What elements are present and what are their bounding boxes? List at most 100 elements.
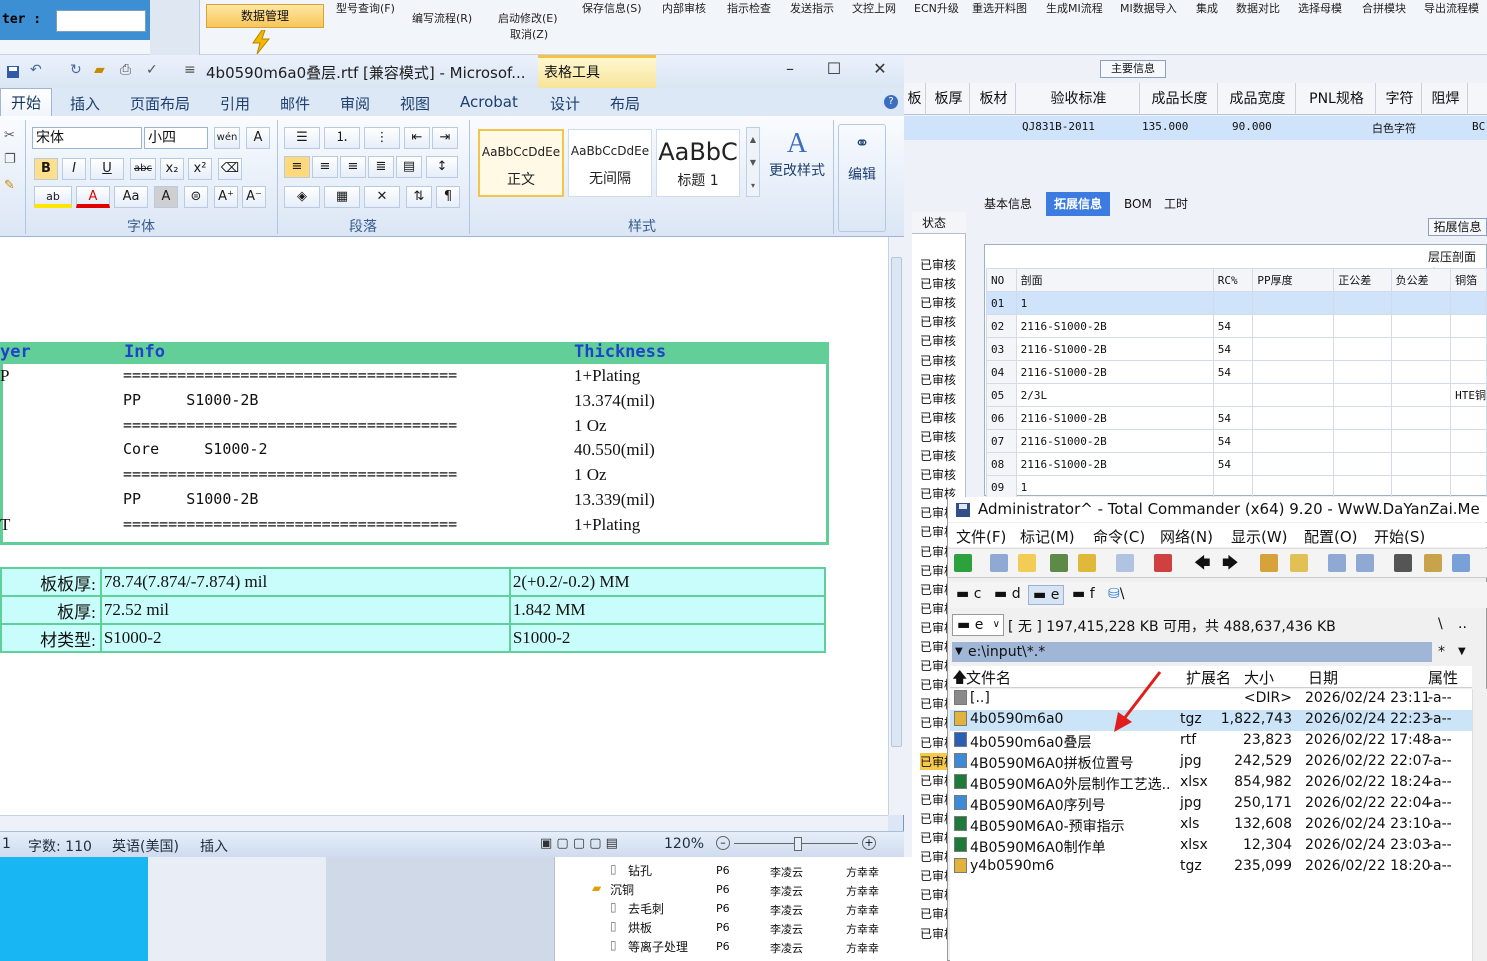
tab-extended-info[interactable]: 拓展信息: [1046, 192, 1111, 216]
root-button[interactable]: \: [1438, 616, 1443, 632]
file-row[interactable]: 4B0590M6A0制作单 xlsx 12,304 2026/02/24 23:03-…: [950, 836, 1472, 857]
menu-start-edit[interactable]: 启动修改(E): [498, 10, 558, 26]
sync-icon[interactable]: [1452, 554, 1470, 572]
refresh-icon[interactable]: [954, 554, 972, 572]
ftp-icon[interactable]: [1328, 554, 1346, 572]
extended-info-button[interactable]: 拓展信息: [1428, 218, 1487, 236]
style-heading-1[interactable]: AaBbC 标题 1: [656, 129, 740, 197]
menu-save-info[interactable]: 保存信息(S): [582, 0, 642, 16]
data-management-button[interactable]: 数据管理: [206, 4, 324, 28]
layer-col-pp[interactable]: PP厚度: [1252, 268, 1335, 292]
drive-select[interactable]: ▬ e ∨: [952, 614, 1004, 636]
tab-bom[interactable]: BOM: [1116, 192, 1160, 216]
font-size-combo[interactable]: 小四: [144, 127, 208, 149]
col-header[interactable]: 字符: [1378, 83, 1422, 115]
font-name-combo[interactable]: 宋体: [32, 127, 142, 149]
status-cell[interactable]: 已审核: [920, 371, 956, 388]
clear-format-icon[interactable]: ⌫: [218, 158, 242, 180]
tab-references[interactable]: 引用: [220, 93, 250, 114]
styles-scroll[interactable]: ▲ ▼ ▾: [746, 127, 760, 197]
increase-indent-icon[interactable]: ⇥: [432, 127, 458, 149]
tc-menu-mark[interactable]: 标记(M): [1020, 526, 1075, 547]
underline-icon[interactable]: U: [90, 158, 124, 180]
col-date[interactable]: 日期: [1308, 667, 1338, 688]
tab-mailings[interactable]: 邮件: [280, 93, 310, 114]
tree-item-name[interactable]: 烘板: [628, 919, 652, 938]
redo-icon[interactable]: ↻: [70, 62, 82, 78]
spelling-icon[interactable]: ✓: [146, 62, 158, 78]
layer-row[interactable]: 09 1: [986, 475, 1487, 499]
invert-selection-icon[interactable]: [1116, 554, 1134, 572]
status-cell[interactable]: 已审核: [920, 275, 956, 292]
url-icon[interactable]: [1356, 554, 1374, 572]
tree-icon[interactable]: [1078, 554, 1096, 572]
main-info-values[interactable]: QJ831B-2011 135.000 90.000 白色字符 BC: [904, 116, 1487, 140]
open-icon[interactable]: ▰: [94, 62, 105, 78]
tc-menu-config[interactable]: 配置(O): [1304, 526, 1358, 547]
bold-icon[interactable]: B: [34, 158, 58, 180]
path-bar[interactable]: ▼ e:\input\*.*: [952, 642, 1432, 662]
layer-col-rc[interactable]: RC%: [1212, 268, 1254, 292]
menu-send[interactable]: 发送指示: [790, 0, 834, 16]
menu-ecn[interactable]: ECN升级: [914, 0, 959, 16]
line-spacing-icon[interactable]: ↕: [426, 156, 458, 178]
tab-acrobat[interactable]: Acrobat: [460, 93, 518, 111]
parent-button[interactable]: ..: [1458, 616, 1467, 632]
shrink-font-icon[interactable]: A⁻: [242, 186, 266, 208]
col-header[interactable]: 板: [904, 83, 926, 115]
drive-d[interactable]: ▬ d: [990, 585, 1025, 603]
sort-icon[interactable]: ⇅: [406, 186, 432, 208]
menu-upload[interactable]: 文控上网: [852, 0, 896, 16]
edit-button[interactable]: ⚭ 编辑: [838, 124, 886, 232]
grow-font-icon[interactable]: A⁺: [214, 186, 238, 208]
print-icon[interactable]: ⎙: [120, 62, 131, 78]
col-filename[interactable]: 文件名: [966, 667, 1011, 688]
col-header[interactable]: 板材: [972, 83, 1016, 115]
chinese-layout-icon[interactable]: ✕: [364, 186, 400, 208]
col-header[interactable]: 验收标准: [1018, 83, 1140, 115]
horizontal-scrollbar[interactable]: [0, 815, 888, 831]
justify-icon[interactable]: ≣: [368, 156, 394, 178]
decrease-indent-icon[interactable]: ⇤: [404, 127, 430, 149]
customize-icon[interactable]: ≡: [184, 62, 196, 78]
save-icon[interactable]: [6, 65, 20, 79]
file-row[interactable]: 4B0590M6A0拼板位置号 jpg 242,529 2026/02/22 22:0…: [950, 752, 1472, 773]
bullets-icon[interactable]: ☰: [284, 127, 320, 149]
menu-cancel[interactable]: 取消(Z): [510, 26, 548, 42]
close-icon[interactable]: ✕: [868, 58, 892, 80]
tree-item-name[interactable]: 等离子处理: [628, 938, 688, 957]
layer-row[interactable]: 08 2116-S1000-2B 54: [986, 452, 1487, 476]
file-row[interactable]: [..] <DIR> 2026/02/24 23:11 -a--: [950, 689, 1472, 710]
style-normal[interactable]: AaBbCcDdEe 正文: [478, 129, 564, 197]
insert-mode[interactable]: 插入: [200, 836, 228, 856]
tc-menu-file[interactable]: 文件(F): [956, 526, 1006, 547]
col-extension[interactable]: 扩展名: [1186, 667, 1231, 688]
tree-item-name[interactable]: 钻孔: [628, 862, 652, 881]
show-marks-icon[interactable]: ¶: [436, 186, 460, 208]
font-color-icon[interactable]: A: [76, 186, 110, 208]
layer-row[interactable]: 02 2116-S1000-2B 54: [986, 314, 1487, 338]
cleanup-icon[interactable]: [1154, 554, 1172, 572]
main-info-header[interactable]: 主要信息: [1100, 60, 1166, 78]
pack-icon[interactable]: [1260, 554, 1278, 572]
menu-gen-mi[interactable]: 生成MI流程: [1046, 0, 1103, 16]
drive-network[interactable]: ⛁\: [1104, 585, 1128, 603]
col-attributes[interactable]: 属性: [1428, 667, 1458, 688]
forward-icon[interactable]: 🡆: [1222, 552, 1239, 579]
tab-basic-info[interactable]: 基本信息: [976, 192, 1040, 216]
col-header[interactable]: PNL规格: [1298, 83, 1376, 115]
unpack-icon[interactable]: [1290, 554, 1308, 572]
history-icon[interactable]: ▼: [955, 642, 963, 662]
copy-icon[interactable]: ❐: [4, 152, 16, 167]
strikethrough-icon[interactable]: abc: [130, 158, 156, 180]
layer-col-section[interactable]: 剖面: [1015, 268, 1214, 292]
change-styles-button[interactable]: A 更改样式: [766, 128, 828, 180]
lightning-icon[interactable]: [250, 30, 272, 54]
status-cell[interactable]: 已审核: [920, 466, 956, 483]
file-row[interactable]: 4B0590M6A0外层制作工艺选.. xlsx 854,982 2026/02/22…: [950, 773, 1472, 794]
help-icon[interactable]: ?: [884, 95, 898, 109]
tree-item-name[interactable]: 沉铜: [610, 881, 634, 900]
menu-reselect[interactable]: 重选开料图: [972, 0, 1027, 16]
file-row[interactable]: 4B0590M6A0-预审指示 xls 132,608 2026/02/24 23:1…: [950, 815, 1472, 836]
full-view-icon[interactable]: [1018, 554, 1036, 572]
